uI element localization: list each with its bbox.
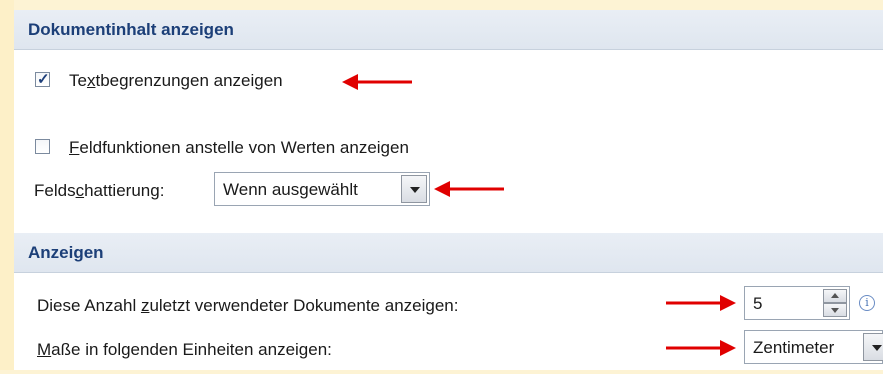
annotation-arrow-right [666, 295, 736, 311]
chevron-down-icon [831, 308, 839, 313]
background-top [0, 0, 883, 10]
section-header-document-content: Dokumentinhalt anzeigen [14, 10, 883, 50]
checkmark-icon: ✓ [37, 71, 50, 88]
text-boundaries-checkbox[interactable]: ✓ [35, 71, 50, 88]
field-codes-label: Feldfunktionen anstelle von Werten anzei… [69, 138, 409, 157]
recent-documents-value: 5 [753, 294, 763, 313]
units-label: Maße in folgenden Einheiten anzeigen: [37, 340, 332, 359]
units-dropdown[interactable]: Zentimeter [744, 330, 883, 364]
section-header-display: Anzeigen [14, 233, 883, 273]
options-panel: Dokumentinhalt anzeigen ✓ Textbegrenzung… [14, 10, 883, 370]
field-shading-dropdown[interactable]: Wenn ausgewählt [214, 172, 430, 206]
units-value: Zentimeter [753, 338, 835, 357]
section-title: Dokumentinhalt anzeigen [28, 20, 234, 39]
field-codes-checkbox[interactable] [35, 139, 50, 154]
spin-up-button[interactable] [823, 289, 847, 303]
annotation-arrow-left [434, 181, 504, 197]
text-boundaries-label: Textbegrenzungen anzeigen [69, 71, 283, 90]
recent-documents-label: Diese Anzahl zuletzt verwendeter Dokumen… [37, 296, 459, 315]
recent-documents-spinner[interactable]: 5 [744, 286, 850, 320]
section-title: Anzeigen [28, 243, 104, 262]
field-shading-label: Feldschattierung: [34, 181, 165, 200]
annotation-arrow-right [666, 340, 736, 356]
info-icon[interactable]: i [859, 295, 875, 311]
annotation-arrow-left [342, 74, 412, 90]
background-left [0, 0, 14, 374]
chevron-down-icon [410, 187, 420, 193]
spin-down-button[interactable] [823, 303, 847, 317]
field-shading-value: Wenn ausgewählt [223, 180, 358, 199]
chevron-up-icon [831, 293, 839, 298]
dropdown-button[interactable] [401, 175, 427, 203]
dropdown-button[interactable] [863, 333, 883, 361]
chevron-down-icon [872, 345, 882, 351]
background-bottom [0, 370, 883, 374]
